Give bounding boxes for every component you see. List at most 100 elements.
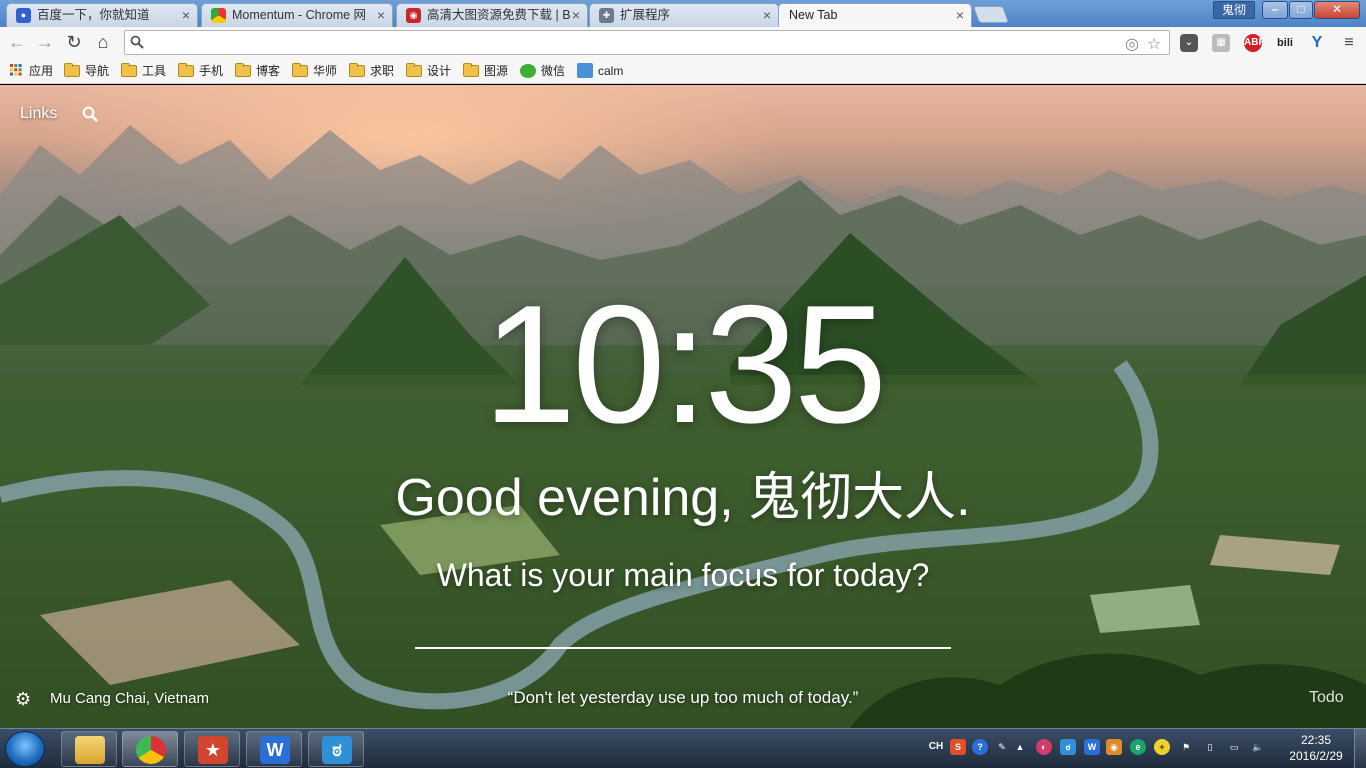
greeting-text: Good evening, 鬼彻大人.: [395, 469, 971, 527]
start-button[interactable]: [5, 731, 45, 767]
tab-baidu[interactable]: ● 百度一下，你就知道 ×: [6, 3, 198, 27]
wechat-icon: [520, 64, 536, 78]
network-icon[interactable]: ▭: [1226, 739, 1242, 755]
wps-tray-icon[interactable]: W: [1084, 739, 1100, 755]
show-desktop-button[interactable]: [1354, 729, 1366, 768]
close-tab-icon[interactable]: ×: [763, 4, 771, 26]
device-icon[interactable]: ▯: [1202, 739, 1218, 755]
taskbar-explorer[interactable]: [61, 731, 117, 767]
back-arrow-icon[interactable]: ←: [6, 32, 28, 54]
clock-time: 10:35: [482, 270, 887, 458]
focus-prompt: What is your main focus for today?: [436, 557, 930, 593]
bookmark-wechat[interactable]: 微信: [520, 62, 565, 80]
adblock-plus-icon[interactable]: ABP: [1244, 34, 1265, 52]
bookmark-label: 设计: [427, 64, 452, 78]
close-tab-icon[interactable]: ×: [182, 4, 190, 26]
volume-icon[interactable]: 🔈: [1250, 739, 1266, 755]
tab-title: New Tab: [789, 8, 838, 22]
clock-time-text: 22:35: [1300, 733, 1332, 747]
qq-tray-icon[interactable]: ಠ: [1060, 739, 1076, 755]
close-tab-icon[interactable]: ×: [956, 4, 964, 26]
chrome-icon: [136, 736, 166, 764]
windows-taskbar: ★ W ಠ CH S ? ✎ ▲ ◐ ಠ W ◉ e + ⚑ ▯ ▭ 🔈 22:…: [0, 728, 1366, 768]
bookmark-folder[interactable]: 设计: [406, 62, 451, 80]
bookmark-folder[interactable]: 手机: [178, 62, 223, 80]
tab-title: Momentum - Chrome 网: [232, 8, 367, 22]
search-icon[interactable]: [82, 106, 98, 122]
forward-arrow-icon[interactable]: →: [34, 32, 56, 54]
folder-icon: [64, 63, 80, 77]
calm-icon: [577, 63, 593, 78]
address-bar[interactable]: ◎ ☆: [124, 30, 1170, 55]
close-window-button[interactable]: ✕: [1314, 1, 1360, 19]
bookmark-label: 手机: [199, 64, 224, 78]
taskbar-wps-writer[interactable]: W: [246, 731, 302, 767]
app-tray-icon-1[interactable]: ◐: [1036, 739, 1052, 755]
tab-new-tab[interactable]: New Tab ×: [778, 3, 972, 27]
bookmark-label: 工具: [142, 64, 167, 78]
sogou-ime-icon[interactable]: S: [950, 739, 966, 755]
folder-icon: [406, 63, 422, 77]
show-hidden-icons-icon[interactable]: ▲: [1012, 739, 1028, 755]
todo-button[interactable]: Todo: [1309, 689, 1344, 707]
bookmark-label: 图源: [484, 64, 509, 78]
app-tray-icon-2[interactable]: ◉: [1106, 739, 1122, 755]
links-button[interactable]: Links: [20, 105, 57, 123]
bookmark-label: 求职: [370, 64, 395, 78]
vpn-icon[interactable]: Y: [1308, 34, 1326, 52]
bookmark-folder[interactable]: 导航: [64, 62, 109, 80]
wps-writer-icon: W: [260, 736, 290, 764]
bookmark-folder[interactable]: 工具: [121, 62, 166, 80]
bookmark-calm[interactable]: calm: [577, 62, 623, 80]
minimize-button[interactable]: –: [1262, 1, 1288, 19]
ime-indicator[interactable]: CH: [926, 739, 946, 755]
close-tab-icon[interactable]: ×: [377, 4, 385, 26]
bookmark-star-icon[interactable]: ☆: [1147, 34, 1161, 54]
tab-title: 百度一下，你就知道: [37, 8, 150, 22]
file-explorer-icon: [75, 736, 105, 764]
pocket-icon[interactable]: ⌄: [1180, 34, 1198, 52]
bookmark-folder[interactable]: 求职: [349, 62, 394, 80]
add-tray-icon[interactable]: +: [1154, 739, 1170, 755]
bookmark-folder[interactable]: 博客: [235, 62, 280, 80]
bookmark-label: 应用: [29, 64, 54, 78]
hamburger-menu-icon[interactable]: ≡: [1340, 34, 1358, 52]
puzzle-piece-icon: ✚: [599, 8, 614, 23]
bookmark-apps[interactable]: 应用: [8, 62, 53, 80]
baidu-paw-icon: ●: [16, 8, 31, 23]
close-tab-icon[interactable]: ×: [572, 4, 580, 26]
folder-icon: [121, 63, 137, 77]
address-input[interactable]: [153, 33, 1113, 52]
home-icon[interactable]: ⌂: [92, 32, 114, 54]
tab-extensions[interactable]: ✚ 扩展程序 ×: [589, 3, 779, 27]
tab-momentum-webstore[interactable]: Momentum - Chrome 网 ×: [201, 3, 393, 27]
taskbar-chrome[interactable]: [122, 731, 178, 767]
taskbar-qq-browser[interactable]: ಠ: [308, 731, 364, 767]
bookmark-folder[interactable]: 华师: [292, 62, 337, 80]
bookmark-folder[interactable]: 图源: [463, 62, 508, 80]
location-target-icon[interactable]: ◎: [1125, 34, 1139, 54]
maximize-button[interactable]: □: [1289, 1, 1313, 19]
help-icon[interactable]: ?: [972, 739, 988, 755]
bookmark-label: 华师: [313, 64, 338, 78]
clock-date-text: 2016/2/29: [1289, 749, 1343, 763]
focus-input[interactable]: [415, 613, 951, 649]
folder-icon: [349, 63, 365, 77]
daily-quote: “Don't let yesterday use up too much of …: [507, 688, 859, 707]
taskbar-wps-presentation[interactable]: ★: [184, 731, 240, 767]
tab-title: 高清大图资源免费下载 | B: [427, 8, 571, 22]
tabs-manager-icon[interactable]: ▦: [1212, 34, 1230, 52]
bilibili-icon[interactable]: bili: [1276, 34, 1294, 52]
pen-input-icon[interactable]: ✎: [994, 739, 1010, 755]
action-center-flag-icon[interactable]: ⚑: [1178, 739, 1194, 755]
bookmark-label: 博客: [256, 64, 281, 78]
profile-button[interactable]: 鬼彻: [1213, 1, 1255, 19]
chrome-webstore-icon: [211, 8, 226, 23]
tab-image-site[interactable]: ◉ 高清大图资源免费下载 | B ×: [396, 3, 588, 27]
new-tab-button[interactable]: [972, 6, 1010, 23]
system-clock[interactable]: 22:35 2016/2/29: [1282, 732, 1350, 764]
tab-strip: ● 百度一下，你就知道 × Momentum - Chrome 网 × ◉ 高清…: [0, 0, 1366, 27]
reload-icon[interactable]: ↻: [63, 32, 85, 54]
folder-icon: [235, 63, 251, 77]
browser-tray-icon[interactable]: e: [1130, 739, 1146, 755]
